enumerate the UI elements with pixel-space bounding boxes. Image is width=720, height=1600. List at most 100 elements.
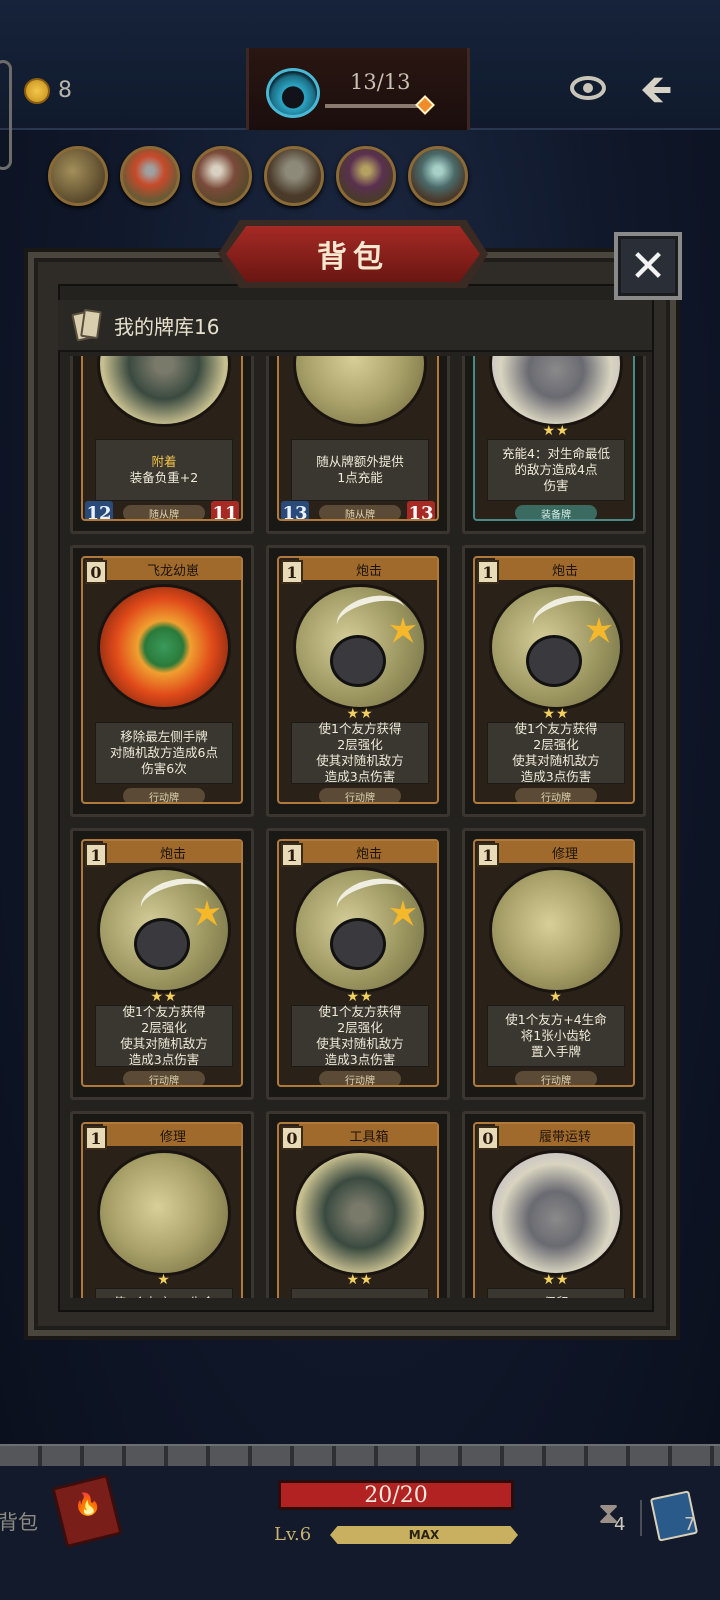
card-body: 炮击 1 ★★ 使1个友方获得 2层强化 使其对随机敌方 造成3点伤害 行动牌	[277, 556, 439, 804]
round-progress-track	[325, 104, 425, 108]
card-type-tag: 行动牌	[123, 788, 205, 802]
card-description: 保留抽2张牌将最左侧手牌置入	[487, 1288, 625, 1298]
relic-rocket-icon[interactable]	[120, 146, 180, 206]
card-art	[293, 584, 427, 710]
card-type-tag: 随从牌	[123, 505, 205, 519]
description-line: 造成3点伤害	[128, 1052, 200, 1067]
description-line: 造成3点伤害	[520, 769, 592, 784]
card-type-tag: 行动牌	[319, 1071, 401, 1085]
card[interactable]: 随从牌额外提供 1点充能 随从牌 13 13	[266, 356, 450, 534]
card-description: 使1个友方获得 2层强化 使其对随机敌方 造成3点伤害	[291, 721, 429, 784]
description-line: 2层强化	[141, 1020, 187, 1035]
card-description: 使1个友方+4生命将1张小齿轮置入手牌	[95, 1288, 233, 1298]
description-line: 对随机敌方造成6点	[110, 745, 218, 760]
card[interactable]: 工具箱0★★将机械臂、小钢盾、强化器各1张置入手牌行动牌	[266, 1111, 450, 1298]
description-line: 伤害6次	[141, 761, 187, 776]
description-line: 使其对随机敌方	[120, 1036, 208, 1051]
card-grid-viewport[interactable]: 附着 装备负重+2 随从牌 12 11 随从牌额外提供 1点充能 随从牌 13 13 ★★ 充能4：对…	[62, 356, 652, 1298]
card[interactable]: 修理1★使1个友方+4生命将1张小齿轮置入手牌行动牌	[462, 828, 646, 1100]
description-line: 移除最左侧手牌	[120, 729, 208, 744]
card[interactable]: 履带运转0★★保留抽2张牌将最左侧手牌置入行动牌	[462, 1111, 646, 1298]
description-line: 使其对随机敌方	[512, 753, 600, 768]
card-description: 移除最左侧手牌 对随机敌方造成6点 伤害6次	[95, 722, 233, 784]
card-title: 炮击	[299, 841, 437, 863]
card-stars: ★	[157, 1272, 171, 1288]
divider	[640, 1500, 642, 1536]
side-frame	[0, 60, 12, 170]
card-art	[97, 584, 231, 710]
card-art	[293, 356, 427, 427]
eye-icon[interactable]	[570, 76, 606, 100]
card-body: 履带运转0★★保留抽2张牌将最左侧手牌置入行动牌	[473, 1122, 635, 1298]
card-body: 修理1★使1个友方+4生命将1张小齿轮置入手牌行动牌	[473, 839, 635, 1087]
description-line: 2层强化	[337, 1020, 383, 1035]
card-art	[489, 867, 623, 993]
card-cost: 0	[477, 1126, 499, 1150]
card-body: 炮击 1 ★★ 使1个友方获得 2层强化 使其对随机敌方 造成3点伤害 行动牌	[277, 839, 439, 1087]
card[interactable]: ★★ 充能4：对生命最低 的敌方造成4点 伤害装备牌	[462, 356, 646, 534]
card-cost: 1	[85, 1126, 107, 1150]
card[interactable]: 附着 装备负重+2 随从牌 12 11	[70, 356, 254, 534]
card-title: 炮击	[103, 841, 241, 863]
card-description: 使1个友方获得 2层强化 使其对随机敌方 造成3点伤害	[487, 721, 625, 784]
card-type-tag: 行动牌	[515, 788, 597, 802]
description-line: 使1个友方获得	[318, 1004, 402, 1019]
card-stars: ★★	[542, 706, 570, 722]
relic-serpent-icon[interactable]	[408, 146, 468, 206]
description-line: 将1张小齿轮	[520, 1028, 592, 1043]
card-stars: ★★	[346, 1272, 374, 1288]
card-stars: ★★	[542, 423, 570, 439]
card-type-tag: 行动牌	[515, 1071, 597, 1085]
card-description: 随从牌额外提供 1点充能	[291, 439, 429, 501]
bag-label[interactable]: 背包	[0, 1506, 38, 1535]
card[interactable]: 炮击 1 ★★ 使1个友方获得 2层强化 使其对随机敌方 造成3点伤害 行动牌	[462, 545, 646, 817]
card-type-tag: 随从牌	[319, 505, 401, 519]
card-type-tag: 行动牌	[123, 1071, 205, 1085]
bomb-shape	[526, 635, 582, 687]
bomb-shape	[134, 918, 190, 970]
description-line: 造成3点伤害	[324, 1052, 396, 1067]
card-title: 修理	[495, 841, 633, 863]
description-line: 保留	[543, 1295, 568, 1298]
card-art	[293, 1150, 427, 1276]
title-plate: 背包	[226, 226, 480, 282]
cards-icon	[71, 308, 102, 342]
description-line: 附着	[151, 454, 177, 469]
card[interactable]: 飞龙幼崽 0 移除最左侧手牌 对随机敌方造成6点 伤害6次 行动牌	[70, 545, 254, 817]
card[interactable]: 修理1★使1个友方+4生命将1张小齿轮置入手牌行动牌	[70, 1111, 254, 1298]
close-button[interactable]: ✕	[614, 232, 682, 300]
description-line: 使其对随机敌方	[316, 1036, 404, 1051]
stone-wall	[0, 1444, 720, 1466]
relic-scroll-icon[interactable]	[48, 146, 108, 206]
card-title: 飞龙幼崽	[103, 558, 241, 580]
deck-title: 我的牌库16	[114, 314, 220, 339]
description-line: 使1个友方获得	[514, 721, 598, 736]
card-description: 使1个友方获得 2层强化 使其对随机敌方 造成3点伤害	[291, 1004, 429, 1067]
card-stars: ★★	[542, 1272, 570, 1288]
card-cost: 1	[85, 843, 107, 867]
card-title: 炮击	[299, 558, 437, 580]
card-attack: 12	[85, 501, 113, 519]
relic-warrior-icon[interactable]	[264, 146, 324, 206]
card[interactable]: 炮击 1 ★★ 使1个友方获得 2层强化 使其对随机敌方 造成3点伤害 行动牌	[266, 828, 450, 1100]
card-cost: 1	[477, 843, 499, 867]
card[interactable]: 炮击 1 ★★ 使1个友方获得 2层强化 使其对随机敌方 造成3点伤害 行动牌	[266, 545, 450, 817]
hourglass-count: 4	[614, 1514, 626, 1535]
card-attack: 13	[281, 501, 309, 519]
card[interactable]: 炮击 1 ★★ 使1个友方获得 2层强化 使其对随机敌方 造成3点伤害 行动牌	[70, 828, 254, 1100]
card-art	[489, 1150, 623, 1276]
relic-dancer-icon[interactable]	[336, 146, 396, 206]
card-type-tag: 装备牌	[515, 505, 597, 519]
card-title: 履带运转	[495, 1124, 633, 1146]
description-line: 2层强化	[533, 737, 579, 752]
description-line: 的敌方造成4点	[514, 462, 598, 477]
card-description: 附着 装备负重+2	[95, 439, 233, 501]
back-arrow-icon[interactable]: 🡸	[640, 70, 672, 110]
card-body: ★★ 充能4：对生命最低 的敌方造成4点 伤害装备牌	[473, 356, 635, 521]
relic-wizard-icon[interactable]	[192, 146, 252, 206]
card-description: 充能4：对生命最低 的敌方造成4点 伤害	[487, 439, 625, 501]
card-art	[97, 1150, 231, 1276]
panel-title: 背包	[317, 240, 389, 275]
card-stars: ★	[549, 989, 563, 1005]
bomb-shape	[330, 635, 386, 687]
